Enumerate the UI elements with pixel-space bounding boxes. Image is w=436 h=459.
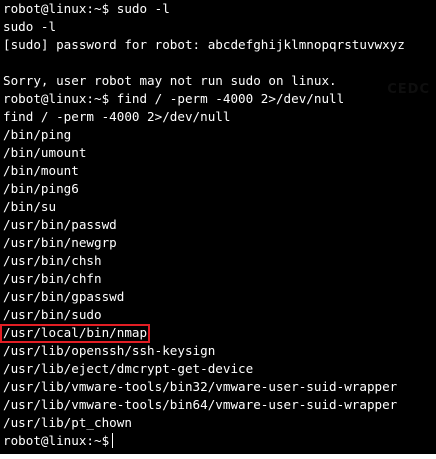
text-cursor <box>112 433 114 448</box>
echo-line-sudo: sudo -l <box>3 19 57 34</box>
suid-entry: /usr/lib/vmware-tools/bin64/vmware-user-… <box>3 397 398 412</box>
current-prompt-line[interactable]: robot@linux:~$ <box>3 432 405 450</box>
suid-entry: /usr/lib/pt_chown <box>3 415 132 430</box>
sudo-password-prompt: [sudo] password for robot: abcdefghijklm… <box>3 37 405 52</box>
current-prompt: robot@linux:~$ <box>3 433 110 448</box>
suid-entry: /usr/bin/chfn <box>3 271 102 286</box>
suid-entry: /bin/ping <box>3 127 72 142</box>
terminal-window[interactable]: CEDC robot@linux:~$ sudo -l sudo -l [sud… <box>0 0 436 459</box>
prompt-line-find: robot@linux:~$ find / -perm -4000 2>/dev… <box>3 91 345 106</box>
window-bottom-edge <box>0 454 436 459</box>
suid-entry: /usr/bin/gpasswd <box>3 289 125 304</box>
terminal-output: robot@linux:~$ sudo -l sudo -l [sudo] pa… <box>0 0 405 450</box>
prompt-line-sudo: robot@linux:~$ sudo -l <box>3 1 170 16</box>
suid-entry: /usr/lib/eject/dmcrypt-get-device <box>3 361 254 376</box>
suid-entry: /usr/bin/sudo <box>3 307 102 322</box>
echo-line-find: find / -perm -4000 2>/dev/null <box>3 109 231 124</box>
suid-entry: /usr/bin/chsh <box>3 253 102 268</box>
highlighted-suid-entry-line: /usr/local/bin/nmap <box>0 324 405 343</box>
suid-entry: /usr/lib/openssh/ssh-keysign <box>3 343 216 358</box>
suid-entry: /bin/umount <box>3 145 87 160</box>
suid-entry: /bin/mount <box>3 163 79 178</box>
suid-entry: /usr/bin/passwd <box>3 217 117 232</box>
nmap-highlight-box: /usr/local/bin/nmap <box>0 324 151 343</box>
suid-entry: /bin/su <box>3 199 57 214</box>
suid-entry: /bin/ping6 <box>3 181 79 196</box>
suid-entry: /usr/lib/vmware-tools/bin32/vmware-user-… <box>3 379 398 394</box>
sudo-denied-message: Sorry, user robot may not run sudo on li… <box>3 73 337 88</box>
suid-entry: /usr/bin/newgrp <box>3 235 117 250</box>
